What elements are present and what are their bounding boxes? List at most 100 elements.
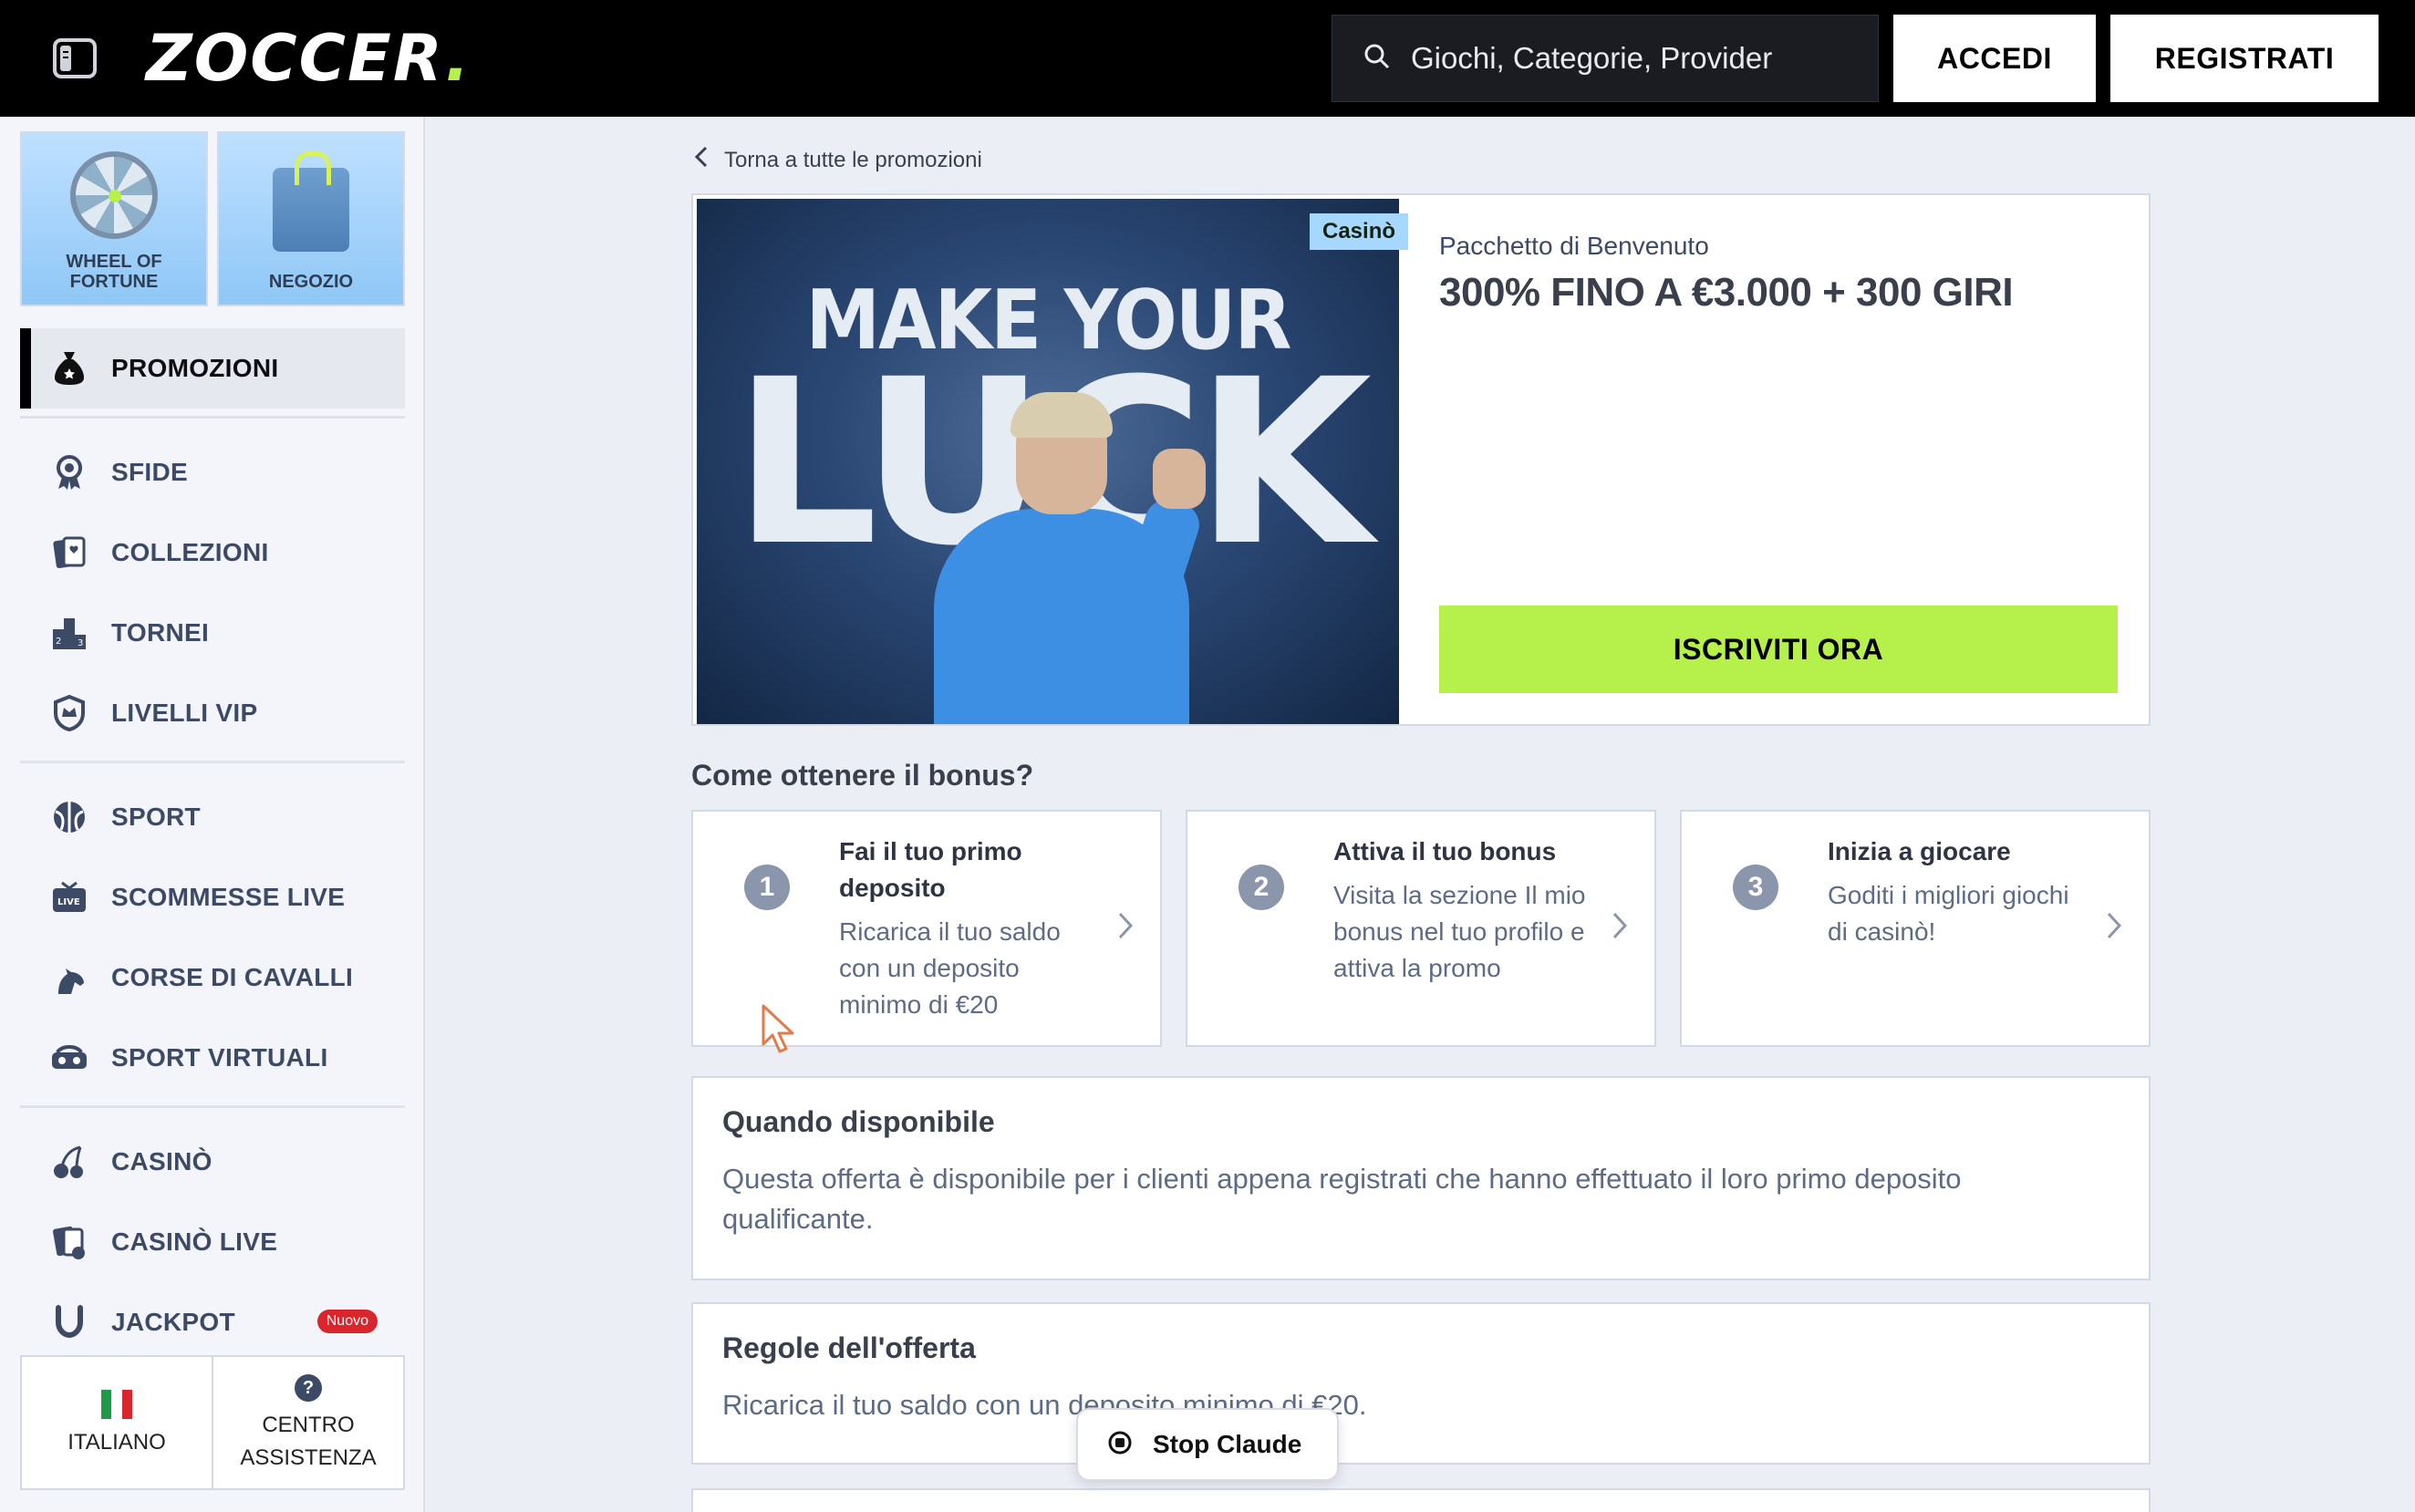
how-to-get-bonus-heading: Come ottenere il bonus?: [691, 759, 1034, 792]
sidebar-item-casino[interactable]: CASINÒ: [20, 1125, 405, 1198]
chevron-right-icon: [1612, 912, 1628, 944]
money-bag-icon: [47, 347, 91, 390]
sidebar-item-livelli-vip[interactable]: LIVELLI VIP: [20, 677, 405, 750]
sidebar-item-sport-virtuali[interactable]: SPORT VIRTUALI: [20, 1021, 405, 1094]
step-card-3[interactable]: 3 Inizia a giocare Goditi i migliori gio…: [1680, 810, 2151, 1047]
sidebar-item-label: SCOMMESSE LIVE: [111, 883, 346, 911]
promo-card: MAKE YOUR LUCK Casinò Pacchetto di Benve…: [691, 193, 2151, 726]
language-label: ITALIANO: [67, 1430, 166, 1455]
logo[interactable]: ZOCCER.: [146, 26, 472, 91]
stop-icon: [1107, 1430, 1133, 1460]
svg-text:2: 2: [56, 637, 61, 647]
sidebar-item-scommesse-live[interactable]: LIVE SCOMMESSE LIVE: [20, 861, 405, 934]
divider: [20, 761, 405, 763]
shop-tile[interactable]: NEGOZIO: [217, 131, 405, 306]
availability-title: Quando disponibile: [722, 1105, 995, 1138]
promo-title: 300% FINO A €3.000 + 300 GIRI: [1439, 270, 2014, 315]
shield-crown-icon: [47, 691, 91, 735]
back-link-label: Torna a tutte le promozioni: [724, 147, 982, 172]
sidebar-item-label: CASINÒ: [111, 1147, 212, 1175]
sidebar-item-tornei[interactable]: 2 3 TORNEI: [20, 596, 405, 669]
signup-now-button[interactable]: ISCRIVITI ORA: [1439, 606, 2118, 693]
logo-dot: .: [445, 21, 472, 96]
horse-icon: [47, 956, 91, 999]
help-label-line2: ASSISTENZA: [240, 1445, 377, 1470]
italy-flag-icon: [101, 1390, 132, 1419]
step-number: 2: [1239, 865, 1284, 910]
offer-rules-section: Regole dell'offerta Ricarica il tuo sald…: [691, 1302, 2151, 1465]
next-section: [691, 1488, 2151, 1512]
sidebar-item-label: PROMOZIONI: [111, 354, 279, 382]
help-center-link[interactable]: ? CENTRO ASSISTENZA: [212, 1357, 403, 1488]
help-label-line1: CENTRO: [262, 1413, 355, 1437]
step-description: Visita la sezione Il mio bonus nel tuo p…: [1333, 881, 1586, 982]
live-tv-icon: LIVE: [47, 875, 91, 919]
stop-claude-button[interactable]: Stop Claude: [1076, 1408, 1339, 1481]
rules-text: Ricarica il tuo saldo con un deposito mi…: [722, 1389, 1367, 1421]
shop-bag-icon: [273, 151, 349, 252]
stop-claude-label: Stop Claude: [1153, 1430, 1302, 1458]
language-selector[interactable]: ITALIANO: [22, 1357, 212, 1488]
sidebar-item-casino-live[interactable]: CASINÒ LIVE: [20, 1206, 405, 1279]
sidebar: WHEEL OF FORTUNE NEGOZIO PROMOZIONI SFID…: [0, 117, 425, 1512]
new-badge: Nuovo: [316, 1310, 378, 1333]
mouse-cursor-icon: [761, 1003, 797, 1059]
horseshoe-icon: [47, 1300, 91, 1344]
chevron-right-icon: [1118, 912, 1134, 944]
sidebar-item-label: JACKPOT: [111, 1308, 235, 1336]
sidebar-item-label: COLLEZIONI: [111, 538, 269, 566]
cherries-icon: [47, 1140, 91, 1184]
sidebar-toggle-icon[interactable]: [49, 33, 100, 84]
step-title: Inizia a giocare: [1828, 837, 2011, 865]
sidebar-footer: ITALIANO ? CENTRO ASSISTENZA: [20, 1355, 405, 1490]
player-figure: [916, 392, 1206, 724]
rules-title: Regole dell'offerta: [722, 1331, 976, 1364]
sidebar-item-sfide[interactable]: SFIDE: [20, 436, 405, 509]
divider: [20, 1105, 405, 1108]
step-number: 1: [744, 865, 790, 910]
ball-icon: [47, 795, 91, 839]
step-card-2[interactable]: 2 Attiva il tuo bonus Visita la sezione …: [1186, 810, 1656, 1047]
sidebar-item-label: SFIDE: [111, 458, 188, 486]
sidebar-item-label: CASINÒ LIVE: [111, 1227, 278, 1256]
chevron-left-icon: [694, 146, 708, 174]
sidebar-item-jackpot[interactable]: JACKPOT Nuovo: [20, 1286, 405, 1359]
vr-icon: [47, 1036, 91, 1080]
tile-label: WHEEL OF FORTUNE: [66, 252, 162, 292]
live-cards-icon: [47, 1220, 91, 1264]
sidebar-item-collezioni[interactable]: COLLEZIONI: [20, 516, 405, 589]
login-button[interactable]: ACCEDI: [1893, 15, 2096, 102]
back-to-promotions-link[interactable]: Torna a tutte le promozioni: [694, 146, 982, 174]
step-description: Goditi i migliori giochi di casinò!: [1828, 881, 2069, 946]
step-number: 3: [1733, 865, 1778, 910]
sidebar-item-corse-di-cavalli[interactable]: CORSE DI CAVALLI: [20, 941, 405, 1014]
search-input[interactable]: Giochi, Categorie, Provider: [1332, 15, 1879, 102]
register-button[interactable]: REGISTRATI: [2110, 15, 2379, 102]
category-tag: Casinò: [1310, 213, 1409, 250]
wheel-of-fortune-tile[interactable]: WHEEL OF FORTUNE: [20, 131, 208, 306]
sidebar-item-label: LIVELLI VIP: [111, 699, 258, 727]
sidebar-item-promozioni[interactable]: PROMOZIONI: [20, 328, 405, 409]
sidebar-item-sport[interactable]: SPORT: [20, 781, 405, 854]
divider: [20, 416, 405, 419]
top-header: ZOCCER. Giochi, Categorie, Provider ACCE…: [0, 0, 2415, 117]
step-title: Attiva il tuo bonus: [1333, 837, 1557, 865]
wheel-icon: [70, 151, 158, 239]
logo-text: ZOCCER: [146, 21, 446, 96]
cards-icon: [47, 531, 91, 575]
promo-banner-image: MAKE YOUR LUCK: [697, 199, 1399, 724]
award-icon: [47, 450, 91, 494]
svg-text:3: 3: [78, 638, 83, 648]
sidebar-item-label: TORNEI: [111, 618, 210, 647]
availability-text: Questa offerta è disponibile per i clien…: [722, 1163, 1962, 1235]
svg-text:LIVE: LIVE: [57, 897, 80, 907]
step-title: Fai il tuo primo deposito: [839, 837, 1022, 902]
chevron-right-icon: [2107, 912, 2122, 944]
search-placeholder: Giochi, Categorie, Provider: [1411, 41, 1773, 75]
availability-section: Quando disponibile Questa offerta è disp…: [691, 1076, 2151, 1280]
search-icon: [1363, 43, 1391, 75]
sidebar-item-label: SPORT: [111, 803, 201, 831]
tile-label: NEGOZIO: [268, 272, 354, 292]
sidebar-item-label: SPORT VIRTUALI: [111, 1043, 328, 1072]
help-icon: ?: [295, 1374, 322, 1402]
